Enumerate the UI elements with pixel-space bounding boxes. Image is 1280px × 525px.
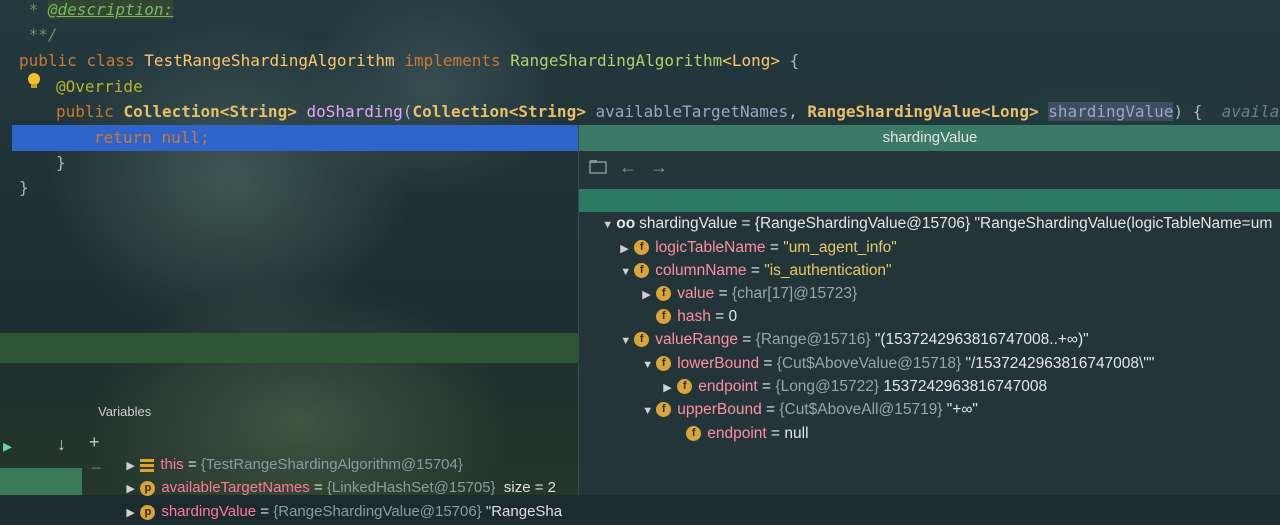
code-line-6: return null; (94, 128, 210, 147)
collapse-icon[interactable]: ▼ (642, 400, 656, 423)
code-line-2: **/ (19, 25, 58, 44)
variables-title: Variables (98, 404, 152, 419)
tool-window-header (0, 333, 578, 363)
popup-row[interactable]: f hash = 0 (639, 282, 737, 325)
class-name: TestRangeShardingAlgorithm (144, 51, 395, 70)
code-line-5: public Collection<String> doSharding(Col… (56, 99, 1280, 125)
popup-title: shardingValue (579, 125, 1280, 151)
debug-toolbar-strip (0, 468, 82, 495)
doc-tag: @description: (47, 0, 174, 19)
variable-row[interactable]: ▶ p availableTargetNames = {LinkedHashSet@… (118, 453, 556, 496)
highlighted-parameter: shardingValue (1048, 102, 1174, 121)
inline-hint: availableT (1221, 102, 1280, 121)
value-popup[interactable]: shardingValue ← → ▼ oo shardingValue = {Ra… (578, 125, 1280, 495)
variable-row[interactable]: ▶ p shardingValue = {RangeShardingValue@15… (118, 477, 562, 520)
code-line-3: public class TestRangeShardingAlgorithm … (19, 51, 800, 70)
popup-row[interactable]: ▶ f logicTableName = "um_agent_info" (603, 213, 897, 256)
popup-row[interactable]: ▼ f lowerBound = {Cut$AboveValue@15718} "/… (625, 329, 1154, 372)
field-badge-icon: f (686, 426, 702, 442)
expand-icon[interactable]: ▶ (126, 502, 140, 525)
method-name: doSharding (296, 102, 403, 121)
popup-row[interactable]: ▼ f upperBound = {Cut$AboveAll@15719} "+∞" (625, 375, 978, 418)
popup-row[interactable]: f endpoint = null (669, 399, 809, 442)
resume-icon[interactable]: ▸ (3, 436, 12, 457)
forward-icon[interactable]: → (650, 157, 668, 178)
back-icon[interactable]: ← (619, 157, 637, 178)
variable-row[interactable]: ▶ this = {TestRangeShardingAlgorithm@1570… (118, 430, 463, 473)
popup-row[interactable]: ▼ f columnName = "is_authentication" (603, 236, 891, 279)
code-line-4: @Override (56, 74, 143, 100)
add-watch-icon[interactable]: + (89, 432, 100, 453)
parameter-badge-icon: p (140, 504, 156, 520)
code-line-7: } (56, 153, 66, 172)
popup-row[interactable]: ▶ f value = {char[17]@15723} (625, 259, 857, 302)
folder-icon[interactable] (589, 159, 607, 179)
step-down-icon[interactable]: ↓ (57, 434, 66, 455)
annotation: @Override (56, 77, 143, 96)
remove-watch-icon[interactable]: − (91, 458, 102, 479)
popup-row-root[interactable]: ▼ oo shardingValue = {RangeShardingValue@1… (579, 189, 1280, 232)
code-line-1: * @description: (19, 0, 174, 19)
popup-row[interactable]: ▶ f endpoint = {Long@15722} 15372429638167… (646, 352, 1047, 395)
lightbulb-icon[interactable] (27, 73, 41, 91)
popup-row[interactable]: ▼ f valueRange = {Range@15716} "(153724296… (603, 305, 1088, 348)
code-line-8: } (19, 178, 29, 197)
